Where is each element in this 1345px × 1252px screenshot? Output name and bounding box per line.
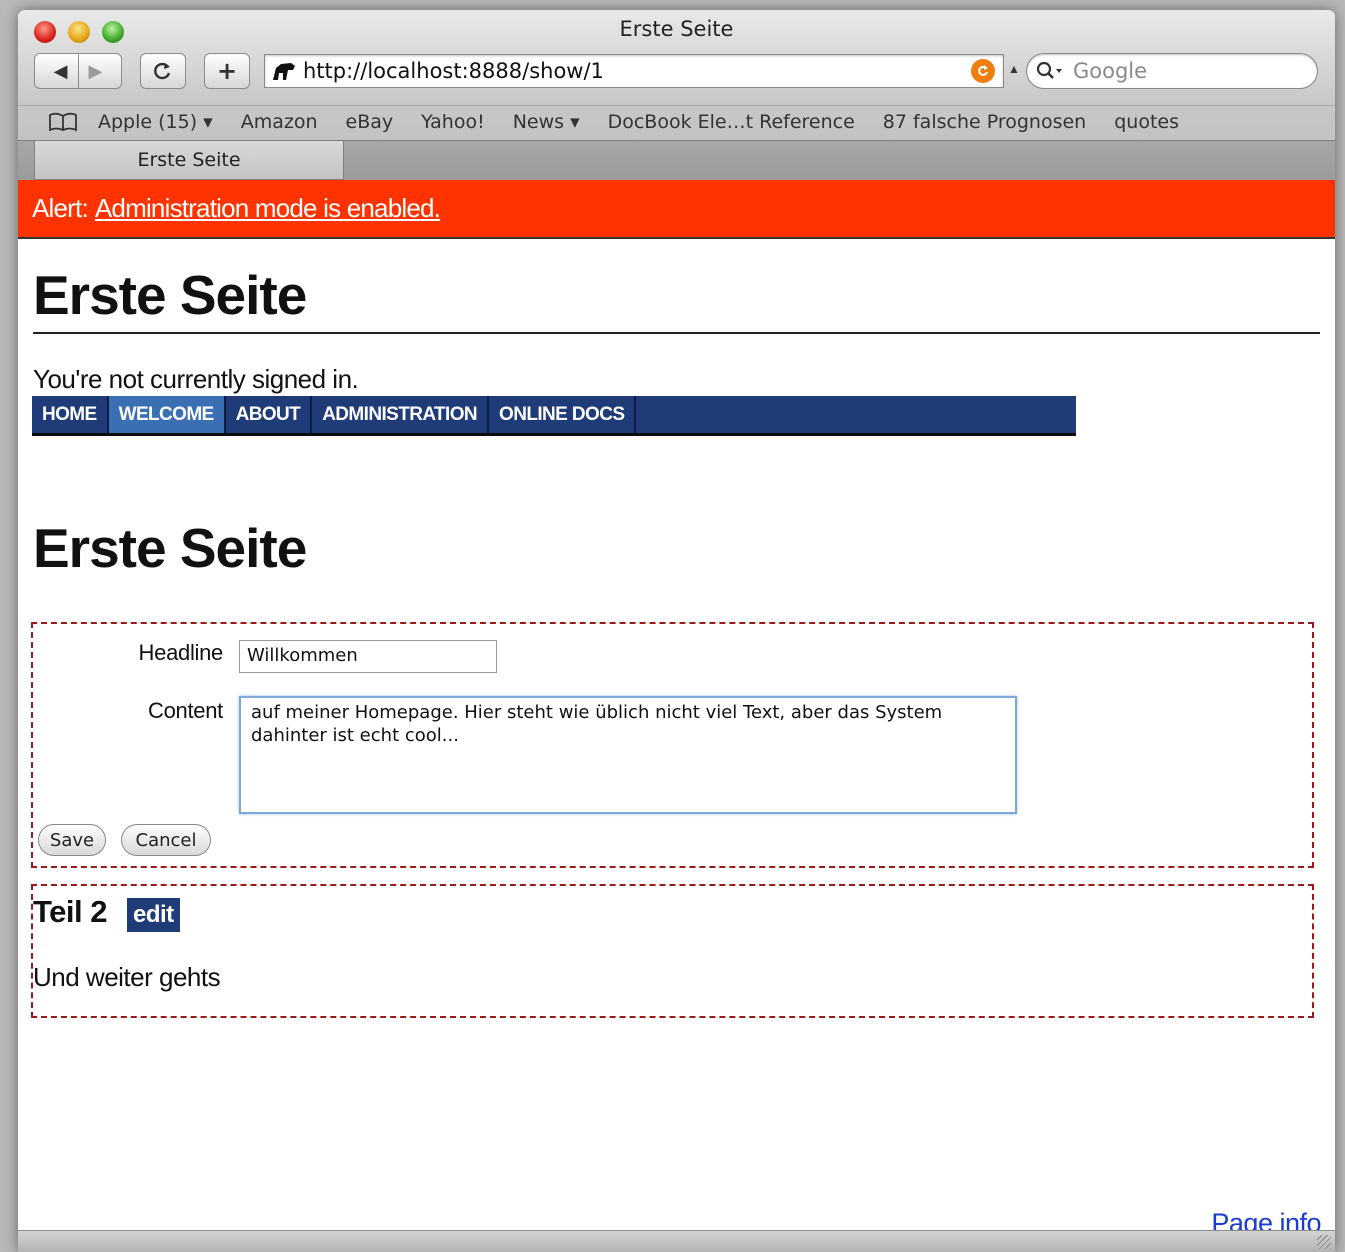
signin-status: You're not currently signed in.: [33, 364, 359, 394]
browser-window: Erste Seite ◀ ▶ + http://localhost:8888/…: [18, 10, 1335, 1252]
bookmark-news[interactable]: News ▾: [513, 111, 580, 133]
forward-arrow-icon[interactable]: ▶: [89, 61, 103, 82]
book-icon[interactable]: [48, 112, 78, 132]
reload-button[interactable]: [140, 53, 186, 89]
tab-erste-seite[interactable]: Erste Seite: [34, 141, 344, 180]
bookmark-prognosen[interactable]: 87 falsche Prognosen: [883, 111, 1086, 133]
alert-prefix: Alert:: [32, 193, 89, 223]
search-field[interactable]: Google: [1026, 53, 1318, 89]
site-title: Erste Seite: [33, 262, 1320, 334]
window-title: Erste Seite: [619, 17, 734, 41]
add-bookmark-button[interactable]: +: [204, 53, 250, 89]
bookmark-quotes[interactable]: quotes: [1114, 111, 1179, 133]
tab-bar: Erste Seite: [18, 140, 1335, 180]
content-textarea[interactable]: auf meiner Homepage. Hier steht wie übli…: [239, 696, 1017, 814]
address-bar[interactable]: http://localhost:8888/show/1: [264, 54, 1004, 88]
nav-item-welcome[interactable]: WELCOME: [108, 396, 226, 433]
nav-item-home[interactable]: HOME: [32, 396, 109, 433]
back-arrow-icon[interactable]: ◀: [54, 61, 68, 82]
reload-icon: [154, 62, 171, 80]
caret-up-icon: ▲: [1008, 62, 1020, 76]
plus-icon: +: [216, 57, 238, 85]
section-text: Und weiter gehts: [33, 962, 221, 992]
content-label: Content: [148, 698, 223, 723]
admin-mode-link[interactable]: Administration mode is enabled.: [95, 193, 441, 224]
bookmarks-bar: Apple (15) ▾ Amazon eBay Yahoo! News ▾ D…: [18, 105, 1335, 137]
headline-input[interactable]: Willkommen: [239, 640, 497, 673]
url-text[interactable]: http://localhost:8888/show/1: [303, 59, 971, 83]
cancel-button[interactable]: Cancel: [121, 824, 211, 856]
bookmark-docbook[interactable]: DocBook Ele…t Reference: [608, 111, 855, 133]
search-icon: [1036, 61, 1062, 79]
section-teil-2: Teil 2 edit Und weiter gehts: [31, 884, 1314, 1018]
back-forward-buttons[interactable]: ◀ ▶: [34, 53, 122, 89]
edit-button[interactable]: edit: [127, 898, 180, 932]
page-title: Erste Seite: [33, 517, 307, 579]
main-nav: HOME WELCOME ABOUT ADMINISTRATION ONLINE…: [32, 396, 1076, 436]
page-content: Alert: Administration mode is enabled. E…: [18, 180, 1335, 1238]
bookmark-apple[interactable]: Apple (15) ▾: [98, 111, 213, 133]
save-button[interactable]: Save: [38, 824, 106, 856]
resize-grip-icon[interactable]: [1317, 1235, 1331, 1249]
search-placeholder: Google: [1073, 59, 1148, 83]
headline-label: Headline: [138, 640, 224, 665]
bookmark-ebay[interactable]: eBay: [346, 111, 394, 133]
nav-item-about[interactable]: ABOUT: [226, 396, 313, 433]
nav-item-online-docs[interactable]: ONLINE DOCS: [489, 396, 637, 433]
section-title: Teil 2: [33, 894, 107, 929]
snapback-icon[interactable]: [971, 59, 995, 83]
status-bar: [18, 1230, 1335, 1252]
bookmark-amazon[interactable]: Amazon: [241, 111, 318, 133]
nav-item-administration[interactable]: ADMINISTRATION: [312, 396, 490, 433]
site-favicon-icon: [273, 63, 295, 80]
admin-alert-banner: Alert: Administration mode is enabled.: [18, 180, 1335, 239]
bookmark-yahoo[interactable]: Yahoo!: [421, 111, 485, 133]
edit-form: Headline Willkommen Content auf meiner H…: [31, 622, 1314, 868]
browser-toolbar: Erste Seite ◀ ▶ + http://localhost:8888/…: [18, 10, 1335, 180]
